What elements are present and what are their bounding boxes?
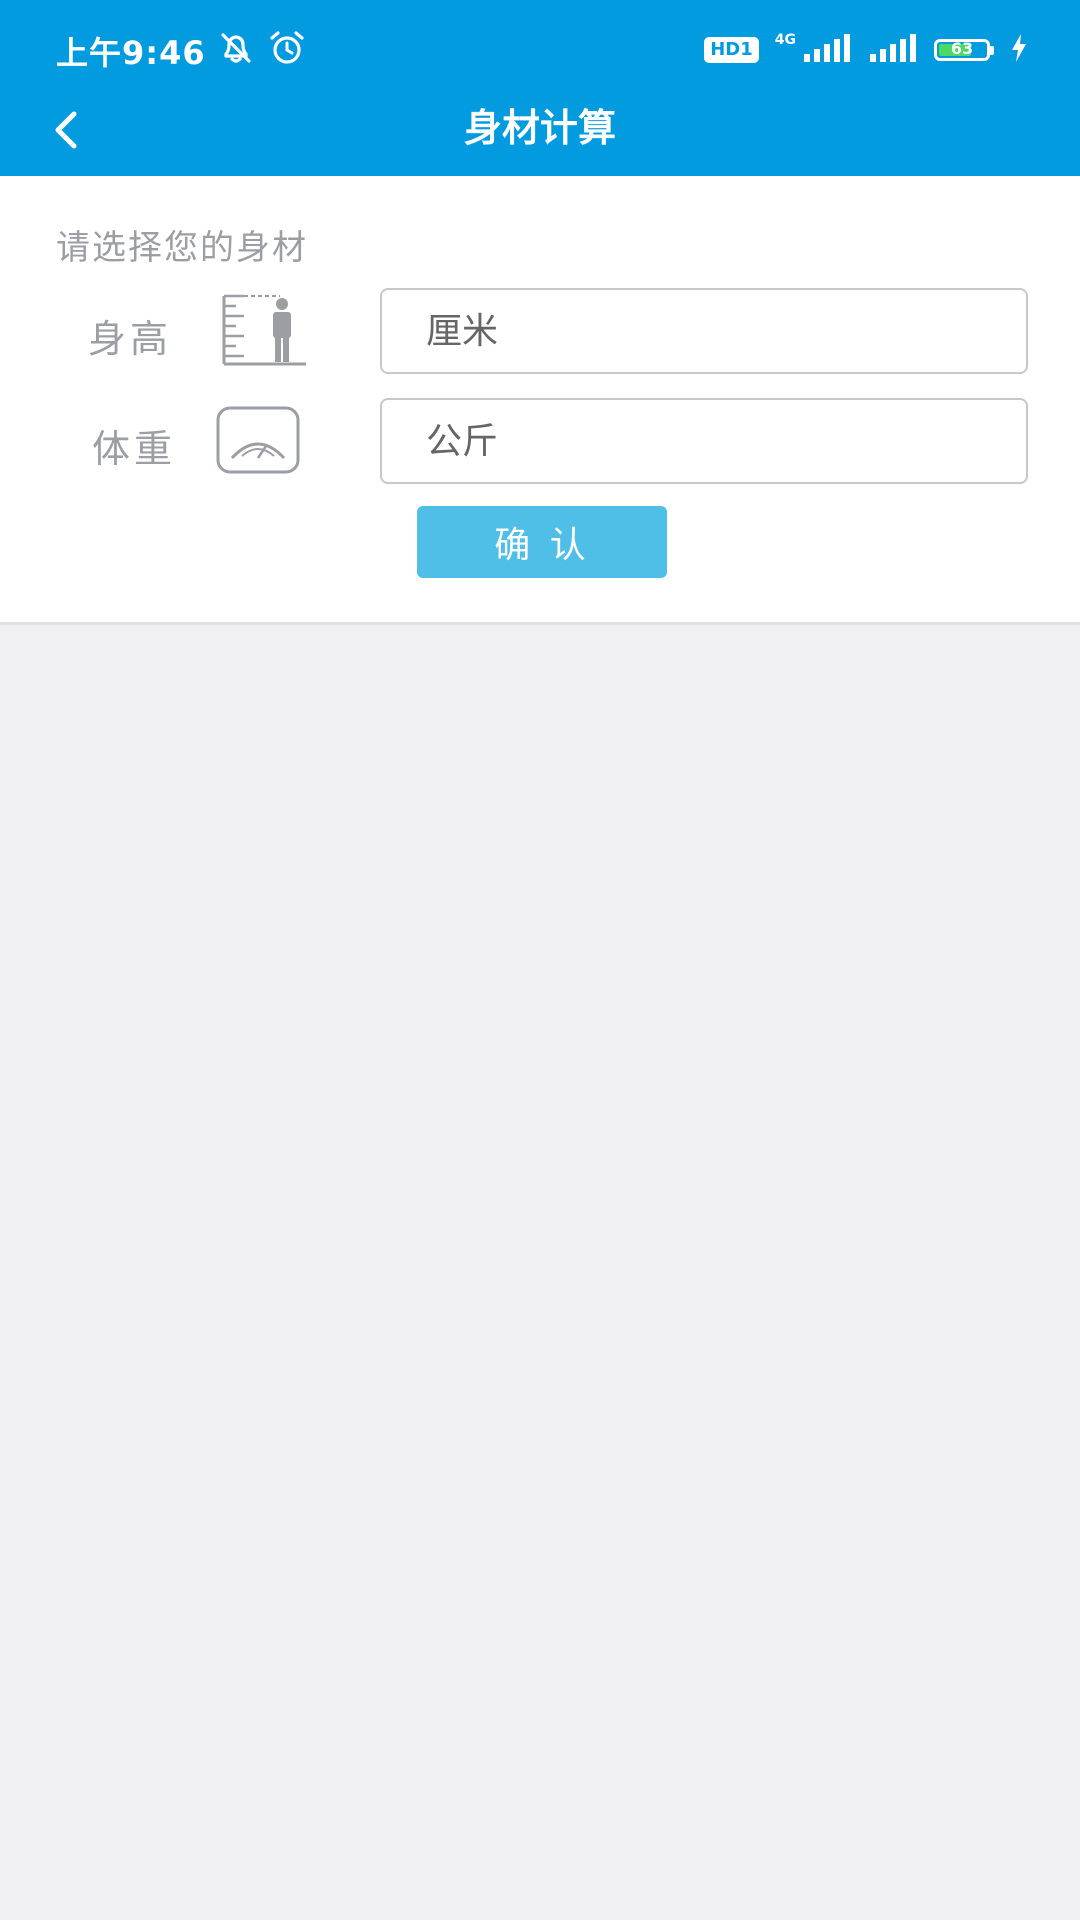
charging-bolt-icon bbox=[1010, 34, 1028, 66]
app-header: 上午9:46 HD1 4G 63 身材计算 bbox=[0, 0, 1080, 176]
weight-label: 体重 bbox=[92, 427, 177, 471]
height-input-box[interactable] bbox=[380, 288, 1028, 374]
signal-strength-icon bbox=[802, 34, 852, 66]
height-ruler-icon bbox=[222, 294, 308, 370]
scale-icon bbox=[216, 406, 300, 478]
form-prompt: 请选择您的身材 bbox=[56, 228, 308, 268]
status-icons-left bbox=[218, 30, 306, 70]
status-time: 上午9:46 bbox=[56, 34, 206, 72]
network-type: 4G bbox=[774, 32, 796, 48]
hd-badge: HD1 bbox=[704, 37, 759, 63]
nav-bar: 身材计算 bbox=[0, 100, 1080, 176]
battery-level: 63 bbox=[950, 39, 974, 58]
alarm-clock-icon bbox=[268, 30, 306, 70]
bell-muted-icon bbox=[218, 30, 254, 70]
battery-indicator: 63 bbox=[934, 39, 994, 61]
height-input[interactable] bbox=[382, 290, 1026, 372]
weight-input[interactable] bbox=[382, 400, 1026, 482]
confirm-button[interactable]: 确 认 bbox=[417, 506, 667, 578]
page-title: 身材计算 bbox=[463, 106, 616, 150]
height-label: 身高 bbox=[88, 317, 173, 361]
status-icons-right: HD1 4G 63 bbox=[704, 32, 1028, 66]
status-bar: 上午9:46 HD1 4G 63 bbox=[0, 0, 1080, 100]
weight-input-box[interactable] bbox=[380, 398, 1028, 484]
body-form-card: 请选择您的身材 身高 体重 bbox=[0, 176, 1080, 625]
battery-icon: 63 bbox=[934, 39, 990, 61]
signal-strength-secondary-icon bbox=[868, 34, 918, 66]
